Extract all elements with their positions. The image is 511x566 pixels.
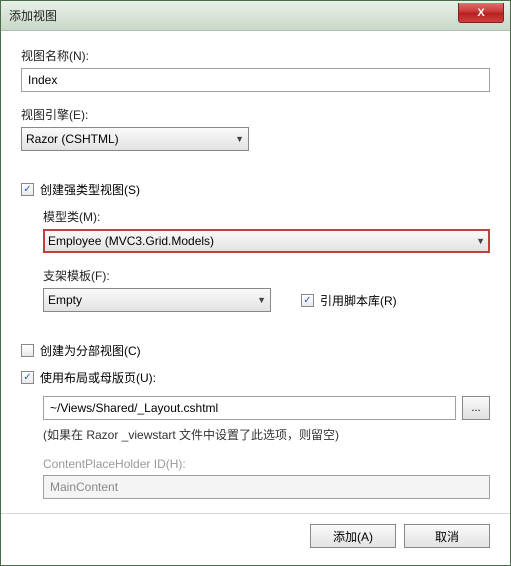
chevron-down-icon: ▼ xyxy=(476,236,485,246)
view-engine-label: 视图引擎(E): xyxy=(21,106,490,123)
strong-typed-label: 创建强类型视图(S) xyxy=(40,181,140,198)
dialog-content: 视图名称(N): 视图引擎(E): Razor (CSHTML) ▼ ✓ 创建强… xyxy=(1,31,510,560)
close-icon: X xyxy=(477,7,484,19)
scaffold-value: Empty xyxy=(48,293,82,307)
separator xyxy=(1,513,510,514)
use-layout-row: ✓ 使用布局或母版页(U): xyxy=(21,369,490,386)
partial-view-checkbox[interactable] xyxy=(21,344,34,357)
scaffold-label: 支架模板(F): xyxy=(43,267,490,284)
view-name-field: 视图名称(N): xyxy=(21,47,490,92)
layout-hint: (如果在 Razor _viewstart 文件中设置了此选项，则留空) xyxy=(43,426,490,443)
scaffold-select[interactable]: Empty ▼ xyxy=(43,288,271,312)
add-button[interactable]: 添加(A) xyxy=(310,524,396,548)
strong-typed-checkbox[interactable]: ✓ xyxy=(21,183,34,196)
model-class-select[interactable]: Employee (MVC3.Grid.Models) ▼ xyxy=(43,229,490,253)
model-class-value: Employee (MVC3.Grid.Models) xyxy=(48,234,214,248)
view-engine-field: 视图引擎(E): Razor (CSHTML) ▼ xyxy=(21,106,490,151)
view-engine-value: Razor (CSHTML) xyxy=(26,132,119,146)
close-button[interactable]: X xyxy=(458,3,504,23)
model-class-label: 模型类(M): xyxy=(43,208,490,225)
dialog-title: 添加视图 xyxy=(9,7,57,24)
check-icon: ✓ xyxy=(23,184,31,195)
strong-typed-section: 模型类(M): Employee (MVC3.Grid.Models) ▼ 支架… xyxy=(21,208,490,312)
partial-view-row: 创建为分部视图(C) xyxy=(21,342,490,359)
browse-button[interactable]: ... xyxy=(462,396,490,420)
layout-path-input[interactable] xyxy=(43,396,456,420)
check-icon: ✓ xyxy=(303,295,311,306)
chevron-down-icon: ▼ xyxy=(235,134,244,144)
scaffold-row: Empty ▼ ✓ 引用脚本库(R) xyxy=(43,288,490,312)
titlebar: 添加视图 X xyxy=(1,1,510,31)
scaffold-field: 支架模板(F): Empty ▼ ✓ 引用脚本库(R) xyxy=(43,267,490,312)
partial-view-label: 创建为分部视图(C) xyxy=(40,342,141,359)
ref-scripts-checkbox[interactable]: ✓ xyxy=(301,294,314,307)
view-name-label: 视图名称(N): xyxy=(21,47,490,64)
placeholder-input xyxy=(43,475,490,499)
ref-scripts-label: 引用脚本库(R) xyxy=(320,292,397,309)
placeholder-label: ContentPlaceHolder ID(H): xyxy=(43,457,490,471)
chevron-down-icon: ▼ xyxy=(257,295,266,305)
view-name-input[interactable] xyxy=(21,68,490,92)
cancel-button[interactable]: 取消 xyxy=(404,524,490,548)
ellipsis-icon: ... xyxy=(471,402,480,414)
strong-typed-row: ✓ 创建强类型视图(S) xyxy=(21,181,490,198)
ref-scripts-row: ✓ 引用脚本库(R) xyxy=(301,292,397,309)
dialog-footer: 添加(A) 取消 xyxy=(21,524,490,548)
use-layout-checkbox[interactable]: ✓ xyxy=(21,371,34,384)
layout-path-row: ... xyxy=(43,396,490,420)
check-icon: ✓ xyxy=(23,372,31,383)
model-class-field: 模型类(M): Employee (MVC3.Grid.Models) ▼ xyxy=(43,208,490,253)
view-engine-select[interactable]: Razor (CSHTML) ▼ xyxy=(21,127,249,151)
dialog-window: 添加视图 X 视图名称(N): 视图引擎(E): Razor (CSHTML) … xyxy=(0,0,511,566)
layout-section: ... (如果在 Razor _viewstart 文件中设置了此选项，则留空)… xyxy=(21,396,490,499)
use-layout-label: 使用布局或母版页(U): xyxy=(40,369,156,386)
